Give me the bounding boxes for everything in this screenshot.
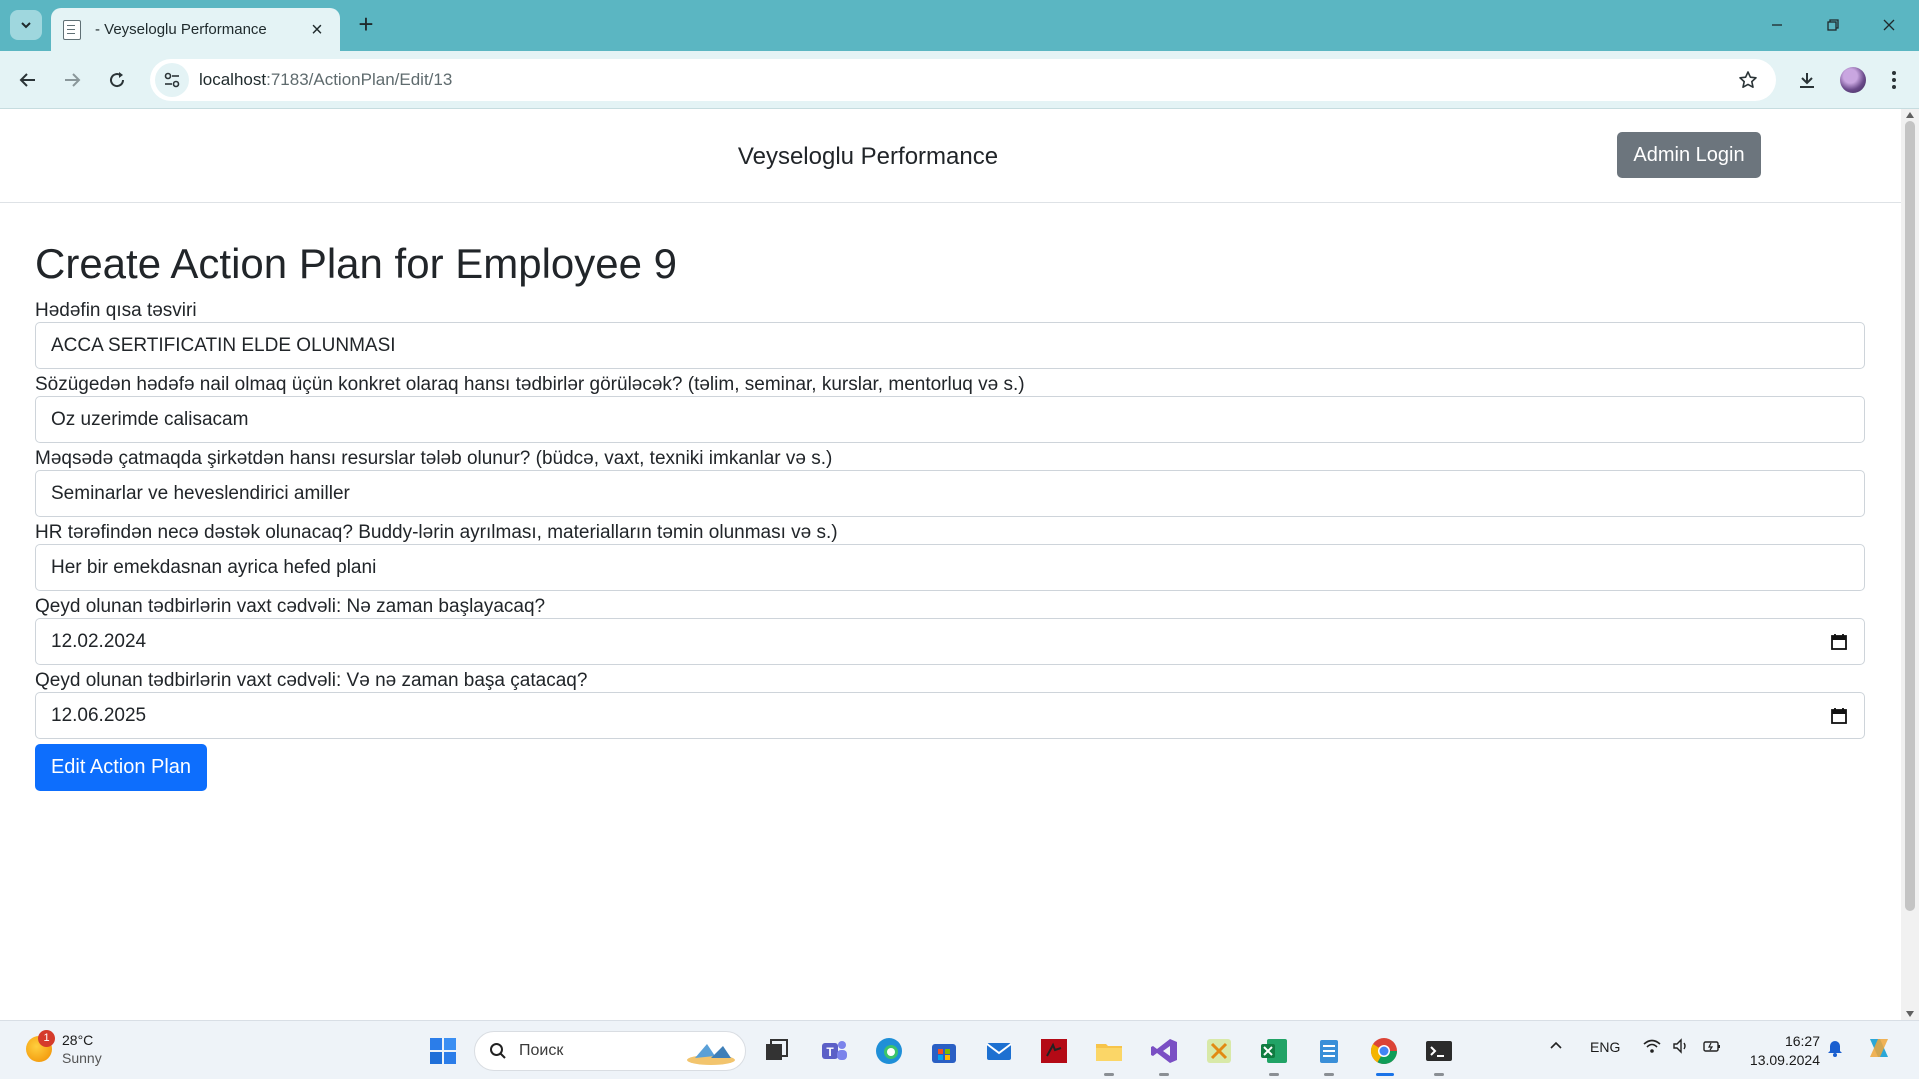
search-icon [490,1043,506,1059]
notepad-icon[interactable] [1314,1036,1344,1066]
site-header: Veyseloglu Performance Admin Login [0,109,1901,203]
activities-label: Sözügedən hədəfə nail olmaq üçün konkret… [35,374,1025,395]
notification-bell-icon[interactable] [1826,1037,1844,1060]
search-highlight-icon [687,1044,735,1065]
arrow-right-icon [65,73,81,87]
clock-date: 13.09.2024 [1749,1052,1820,1068]
forward-button[interactable] [56,64,88,96]
scroll-thumb[interactable] [1905,121,1915,911]
more-vertical-icon [1892,71,1896,89]
edit-action-plan-button[interactable]: Edit Action Plan [35,744,207,791]
url-path: :7183/ActionPlan/Edit/13 [266,70,453,89]
sun-icon: 1 [26,1030,55,1062]
scroll-down-arrow-icon[interactable] [1906,1011,1914,1017]
start-date-input[interactable]: 12.02.2024 [35,618,1865,665]
new-tab-button[interactable]: + [352,11,380,39]
close-window-button[interactable] [1864,10,1914,40]
search-placeholder: Поиск [519,1042,564,1059]
page-viewport: Veyseloglu Performance Admin Login Creat… [0,109,1901,1020]
taskbar-search-box[interactable]: Поиск [474,1031,746,1071]
activities-input[interactable]: Oz uzerimde calisacam [35,396,1865,443]
restore-button[interactable] [1808,10,1858,40]
visual-studio-icon[interactable] [1149,1036,1179,1066]
calendar-icon[interactable] [1830,633,1848,651]
start-date-value: 12.02.2024 [51,630,147,652]
running-indicator [1324,1073,1334,1076]
goal-description-input[interactable]: ACCA SERTIFICATIN ELDE OLUNMASI [35,322,1865,369]
tab-search-button[interactable] [10,10,42,40]
goal-description-label: Hədəfin qısa təsviri [35,300,197,321]
language-indicator[interactable]: ENG [1590,1039,1620,1055]
page-icon [63,19,81,40]
weather-temperature: 28°C [62,1032,94,1048]
scroll-up-arrow-icon[interactable] [1906,112,1914,118]
admin-login-button[interactable]: Admin Login [1617,132,1761,178]
download-icon [1800,73,1814,88]
resources-input[interactable]: Seminarlar ve heveslendirici amiller [35,470,1865,517]
running-indicator [1159,1073,1169,1076]
site-info-icon[interactable] [155,63,189,97]
chevron-down-icon [21,22,31,29]
end-date-value: 12.06.2025 [51,704,147,726]
hr-support-input[interactable]: Her bir emekdasnan ayrica hefed plani [35,544,1865,591]
battery-icon[interactable] [1702,1037,1722,1058]
end-date-label: Qeyd olunan tədbirlərin vaxt cədvəli: Və… [35,670,588,691]
hr-support-label: HR tərəfindən necə dəstək olunacaq? Budd… [35,522,838,543]
wifi-icon[interactable] [1642,1037,1662,1058]
reload-icon [110,72,125,88]
browser-tab-strip: - Veyseloglu Performance × + [0,0,1919,51]
browser-menu-button[interactable] [1878,64,1910,96]
address-bar[interactable]: localhost:7183/ActionPlan/Edit/13 [150,59,1776,101]
resources-label: Məqsədə çatmaqda şirkətdən hansı resursl… [35,448,833,469]
page-scrollbar[interactable] [1901,109,1919,1020]
reload-button[interactable] [101,64,133,96]
microsoft-store-icon[interactable] [929,1036,959,1066]
downloads-button[interactable] [1791,64,1823,96]
show-hidden-icons-chevron-up-icon[interactable] [1548,1037,1564,1056]
url-text: localhost:7183/ActionPlan/Edit/13 [199,70,1728,90]
clock-time: 16:27 [1784,1033,1820,1049]
main-content: Create Action Plan for Employee 9 Hədəfi… [35,239,1865,791]
file-explorer-icon[interactable] [1094,1036,1124,1066]
arrow-left-icon [19,73,35,87]
svg-text:T: T [826,1045,834,1059]
back-button[interactable] [12,64,44,96]
tab-title: - Veyseloglu Performance [95,21,267,38]
running-indicator [1104,1073,1114,1076]
weather-condition: Sunny [62,1050,102,1066]
excel-icon[interactable] [1259,1036,1289,1066]
page-title: Create Action Plan for Employee 9 [35,240,678,287]
notification-badge: 1 [38,1030,55,1047]
start-date-label: Qeyd olunan tədbirlərin vaxt cədvəli: Nə… [35,596,546,617]
windows-start-icon[interactable] [428,1036,458,1066]
end-date-input[interactable]: 12.06.2025 [35,692,1865,739]
filezilla-icon[interactable] [1039,1036,1069,1066]
profile-button[interactable] [1837,64,1869,96]
tab-close-icon[interactable]: × [306,20,328,40]
terminal-icon[interactable] [1424,1036,1454,1066]
running-indicator [1434,1073,1444,1076]
design-tool-icon[interactable] [1204,1036,1234,1066]
chrome-icon[interactable] [1369,1036,1399,1066]
copilot-icon[interactable] [1864,1033,1894,1066]
minimize-button[interactable] [1752,10,1802,40]
windows-taskbar: 1 28°C Sunny Поиск T ENG 16:27 13.09.202… [0,1020,1919,1079]
volume-icon[interactable] [1672,1037,1690,1058]
calendar-icon[interactable] [1830,707,1848,725]
browser-toolbar: localhost:7183/ActionPlan/Edit/13 [0,51,1919,109]
browser-tab[interactable]: - Veyseloglu Performance × [51,8,340,51]
system-clock[interactable]: 16:27 13.09.2024 [1740,1032,1820,1070]
teams-icon[interactable]: T [819,1036,849,1066]
avatar [1840,67,1866,93]
edge-browser-icon[interactable] [874,1036,904,1066]
mail-icon[interactable] [984,1036,1014,1066]
weather-widget[interactable]: 1 28°C Sunny [26,1030,102,1067]
task-view-icon[interactable] [762,1036,792,1066]
bookmark-star-icon[interactable] [1728,60,1768,100]
active-app-indicator [1376,1073,1394,1076]
brand-link[interactable]: Veyseloglu Performance [0,143,1736,171]
running-indicator [1269,1073,1279,1076]
url-host: localhost [199,70,267,89]
